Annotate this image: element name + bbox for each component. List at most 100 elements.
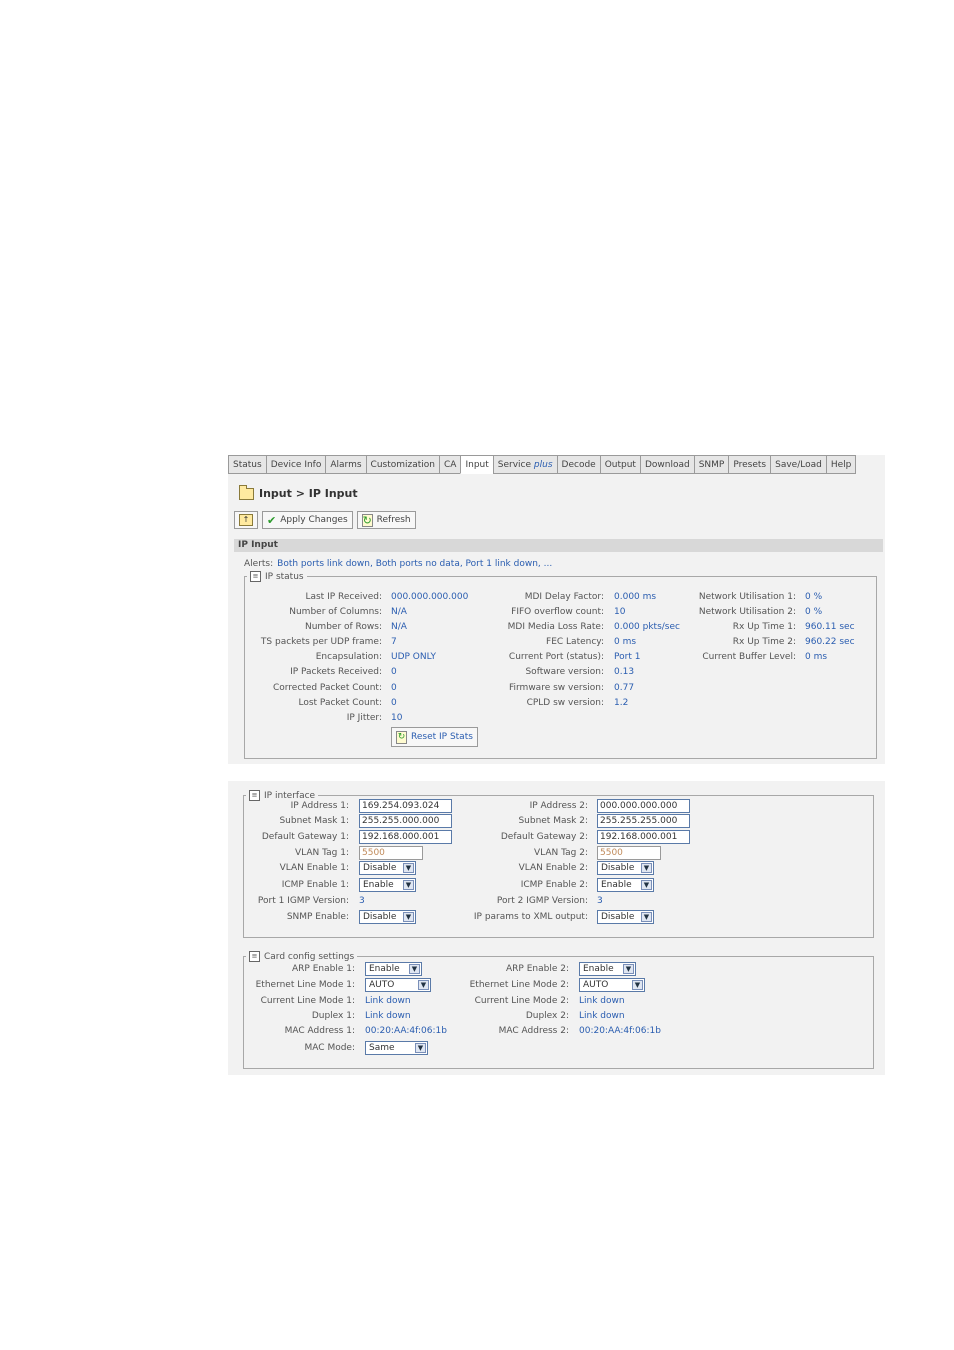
dropdown-arrow-icon: ▼ — [632, 980, 643, 990]
icmp-enable-1-label: ICMP Enable 1: — [281, 880, 349, 890]
igmp-1-value: 3 — [359, 896, 365, 906]
collapse-icon[interactable]: ≡ — [249, 790, 260, 801]
ip-interface-legend-text: IP interface — [264, 790, 316, 801]
tab-customization[interactable]: Customization — [365, 455, 441, 474]
nav-tabs: Status Device Info Alarms Customization … — [228, 455, 857, 476]
ip-address-2-label: IP Address 2: — [529, 801, 588, 811]
tab-decode[interactable]: Decode — [556, 455, 601, 474]
refresh-label: Refresh — [376, 515, 411, 525]
breadcrumb: Input > IP Input — [239, 484, 358, 500]
arp-enable-1-label: ARP Enable 1: — [292, 964, 355, 974]
snmp-enable-label: SNMP Enable: — [286, 912, 349, 922]
icmp-enable-1-select[interactable]: Enable ▼ — [359, 878, 416, 892]
mac-address-1-label: MAC Address 1: — [284, 1026, 355, 1036]
ip-address-1-label: IP Address 1: — [290, 801, 349, 811]
dropdown-arrow-icon: ▼ — [418, 980, 429, 990]
net-util-2-value: 0 % — [805, 607, 823, 617]
tab-service-label: Service — [497, 460, 532, 470]
cpld-version-label: CPLD sw version: — [526, 698, 604, 708]
vlan-enable-1-value: Disable — [363, 863, 397, 873]
igmp-2-label: Port 2 IGMP Version: — [496, 896, 588, 906]
vlan-tag-2-label: VLAN Tag 2: — [534, 848, 588, 858]
lost-label: Lost Packet Count: — [298, 698, 382, 708]
fifo-label: FIFO overflow count: — [511, 607, 604, 617]
current-line-mode-2-label: Current Line Mode 2: — [474, 996, 569, 1006]
mdi-delay-label: MDI Delay Factor: — [524, 592, 604, 602]
fec-latency-value: 0 ms — [614, 637, 637, 647]
alerts-label: Alerts: — [244, 559, 274, 569]
ip-address-1-input[interactable] — [359, 799, 452, 813]
arp-enable-2-value: Enable — [583, 964, 614, 974]
subnet-mask-1-input[interactable] — [359, 814, 452, 828]
tab-download[interactable]: Download — [639, 455, 695, 474]
tab-input[interactable]: Input — [460, 455, 494, 474]
ip-address-2-input[interactable] — [597, 799, 690, 813]
tab-service-plus[interactable]: Service plus — [492, 455, 558, 474]
mac-mode-select[interactable]: Same ▼ — [365, 1041, 428, 1055]
fec-latency-label: FEC Latency: — [546, 637, 604, 647]
subnet-mask-2-input[interactable] — [597, 814, 690, 828]
tab-alarms[interactable]: Alarms — [325, 455, 367, 474]
arp-enable-2-select[interactable]: Enable ▼ — [579, 962, 636, 976]
net-util-1-label: Network Utilisation 1: — [698, 592, 796, 602]
dropdown-arrow-icon: ▼ — [623, 964, 634, 974]
vlan-tag-1-input[interactable] — [359, 846, 423, 860]
tab-presets[interactable]: Presets — [728, 455, 772, 474]
card-config-legend-text: Card config settings — [264, 951, 355, 962]
tab-status[interactable]: Status — [228, 455, 267, 474]
tab-output[interactable]: Output — [599, 455, 641, 474]
net-util-2-label: Network Utilisation 2: — [698, 607, 796, 617]
gateway-2-label: Default Gateway 2: — [500, 832, 588, 842]
rows-value: N/A — [391, 622, 407, 632]
gateway-2-input[interactable] — [597, 830, 690, 844]
arp-enable-2-label: ARP Enable 2: — [506, 964, 569, 974]
eth-line-mode-2-label: Ethernet Line Mode 2: — [469, 980, 569, 990]
arp-enable-1-value: Enable — [369, 964, 400, 974]
ip-packets-value: 0 — [391, 667, 397, 677]
toolbar: ↑ ✔ Apply Changes ↻ Refresh — [234, 511, 416, 529]
arp-enable-1-select[interactable]: Enable ▼ — [365, 962, 422, 976]
mac-address-2-value: 00:20:AA:4f:06:1b — [579, 1026, 661, 1036]
tab-save-load[interactable]: Save/Load — [770, 455, 827, 474]
icmp-enable-1-value: Enable — [363, 880, 394, 890]
collapse-icon[interactable]: ≡ — [250, 571, 261, 582]
jitter-label: IP Jitter: — [346, 713, 382, 723]
refresh-button[interactable]: ↻ Refresh — [356, 511, 416, 529]
tab-help[interactable]: Help — [825, 455, 857, 474]
vlan-enable-2-value: Disable — [601, 863, 635, 873]
vlan-enable-1-label: VLAN Enable 1: — [279, 863, 349, 873]
snmp-enable-select[interactable]: Disable ▼ — [359, 910, 416, 924]
current-port-label: Current Port (status): — [508, 652, 604, 662]
xml-output-select[interactable]: Disable ▼ — [597, 910, 654, 924]
eth-line-mode-1-select[interactable]: AUTO ▼ — [365, 978, 431, 992]
vlan-tag-2-input[interactable] — [597, 846, 661, 860]
apply-changes-button[interactable]: ✔ Apply Changes — [262, 511, 353, 529]
reset-ip-stats-button[interactable]: ↻ Reset IP Stats — [391, 727, 478, 747]
up-folder-button[interactable]: ↑ — [234, 511, 258, 529]
current-line-mode-1-value: Link down — [365, 996, 411, 1006]
subnet-mask-1-label: Subnet Mask 1: — [279, 816, 349, 826]
collapse-icon[interactable]: ≡ — [249, 951, 260, 962]
columns-label: Number of Columns: — [289, 607, 382, 617]
tab-device-info[interactable]: Device Info — [265, 455, 327, 474]
vlan-enable-2-select[interactable]: Disable ▼ — [597, 861, 654, 875]
folder-up-icon: ↑ — [239, 514, 253, 526]
rx-up-2-label: Rx Up Time 2: — [732, 637, 796, 647]
xml-output-value: Disable — [601, 912, 635, 922]
ip-status-legend-text: IP status — [265, 571, 304, 582]
gateway-1-input[interactable] — [359, 830, 452, 844]
snmp-enable-value: Disable — [363, 912, 397, 922]
vlan-enable-1-select[interactable]: Disable ▼ — [359, 861, 416, 875]
duplex-2-label: Duplex 2: — [525, 1011, 569, 1021]
alerts-row: Alerts: Both ports link down, Both ports … — [244, 559, 552, 569]
buffer-level-label: Current Buffer Level: — [702, 652, 796, 662]
igmp-1-label: Port 1 IGMP Version: — [257, 896, 349, 906]
refresh-icon: ↻ — [361, 513, 373, 527]
folder-icon — [239, 484, 254, 500]
icmp-enable-2-select[interactable]: Enable ▼ — [597, 878, 654, 892]
current-line-mode-2-value: Link down — [579, 996, 625, 1006]
eth-line-mode-2-select[interactable]: AUTO ▼ — [579, 978, 645, 992]
buffer-level-value: 0 ms — [805, 652, 828, 662]
tab-ca[interactable]: CA — [439, 455, 462, 474]
tab-snmp[interactable]: SNMP — [693, 455, 730, 474]
